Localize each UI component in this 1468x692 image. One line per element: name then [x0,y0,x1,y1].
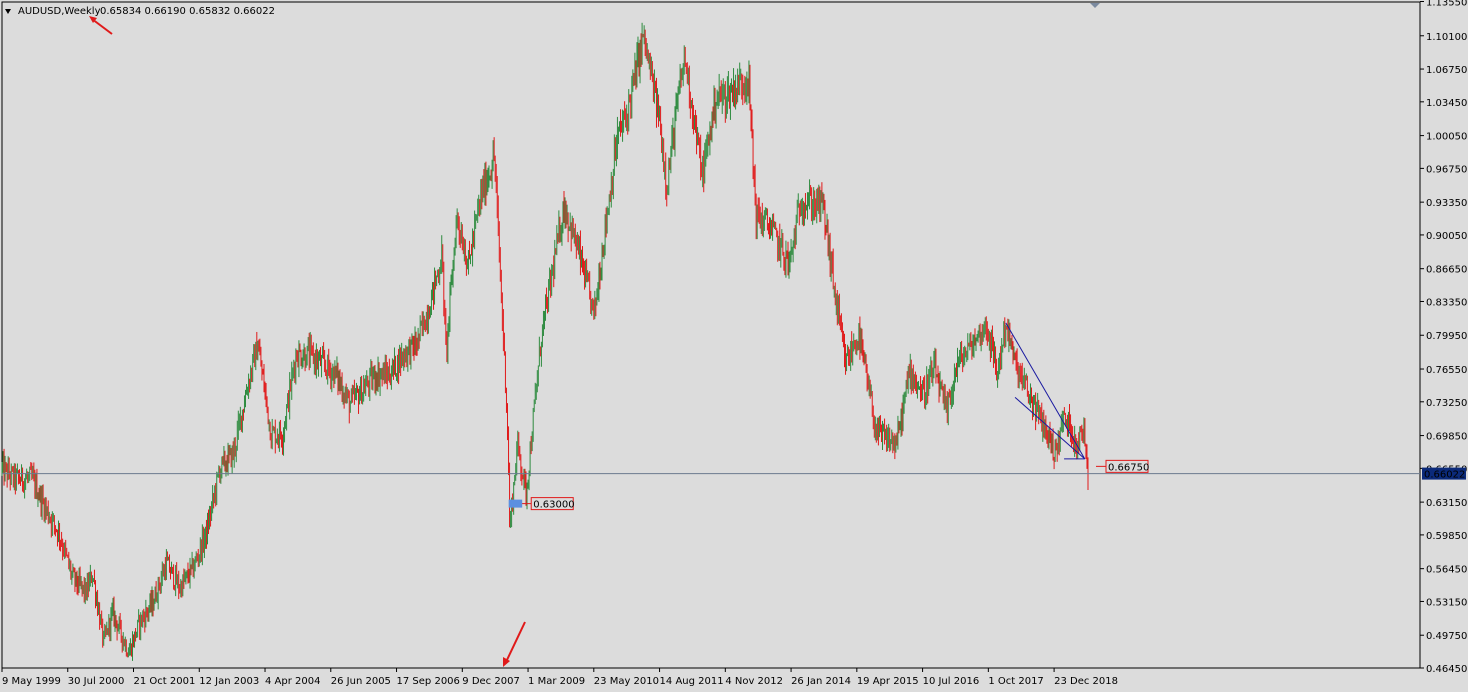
chart-header: AUDUSD,Weekly 0.65834 0.66190 0.65832 0.… [5,6,275,17]
support-zone[interactable] [508,499,523,508]
x-tick-label: 10 Jul 2016 [923,676,980,687]
y-tick-label: 0.53150 [1426,597,1467,608]
y-tick-label: 0.63150 [1426,498,1467,509]
y-tick-label: 0.90050 [1426,231,1467,242]
x-tick-label: 23 May 2010 [594,676,659,687]
x-tick-label: 26 Jun 2005 [331,676,391,687]
x-tick-label: 14 Aug 2011 [660,676,724,687]
current-price-label: 0.66022 [1424,470,1465,481]
x-tick-label: 30 Jul 2000 [68,676,125,687]
x-tick-label: 12 Jan 2003 [199,676,259,687]
y-tick-label: 1.10100 [1426,32,1467,43]
y-tick-label: 1.13550 [1426,0,1467,9]
x-axis: 9 May 1999 30 Jul 2000 21 Oct 2001 12 Jan 2… [1,668,1118,687]
x-tick-label: 4 Apr 2004 [265,676,320,687]
x-tick-label: 19 Apr 2015 [857,676,919,687]
chart-window[interactable]: 0.63000 0.66750 1.13550 1.10100 1.06750 1.03… [0,0,1468,692]
y-tick-label: 0.76550 [1426,365,1467,376]
x-tick-label: 23 Dec 2018 [1054,676,1118,687]
y-tick-label: 0.79950 [1426,331,1467,342]
ohlc-label: 0.65834 0.66190 0.65832 0.66022 [100,6,275,17]
y-tick-label: 1.03450 [1426,98,1467,109]
y-tick-label: 1.06750 [1426,65,1467,76]
y-tick-label: 0.86650 [1426,265,1467,276]
y-tick-label: 0.69850 [1426,432,1467,443]
y-tick-label: 0.73250 [1426,398,1467,409]
y-tick-label: 0.59850 [1426,531,1467,542]
x-tick-label: 17 Sep 2006 [397,676,460,687]
y-tick-label: 0.96750 [1426,164,1467,175]
x-tick-label: 1 Mar 2009 [528,676,585,687]
x-tick-label: 9 May 1999 [2,676,61,687]
symbol-label: AUDUSD,Weekly [18,6,101,17]
y-tick-label: 0.56450 [1426,565,1467,576]
x-tick-label: 21 Oct 2001 [134,676,196,687]
x-tick-label: 4 Nov 2012 [725,676,783,687]
price-label-text: 0.66750 [1108,462,1149,473]
x-tick-label: 9 Dec 2007 [462,676,520,687]
price-chart[interactable]: 0.63000 0.66750 1.13550 1.10100 1.06750 1.03… [0,0,1468,692]
y-tick-label: 0.49750 [1426,631,1467,642]
y-tick-label: 0.83350 [1426,297,1467,308]
x-tick-label: 26 Jan 2014 [791,676,851,687]
price-label-text: 0.63000 [533,500,574,511]
y-tick-label: 0.93350 [1426,198,1467,209]
y-axis: 1.13550 1.10100 1.06750 1.03450 1.00050 0.967… [1420,0,1467,675]
plot-frame [1,1,1421,669]
x-tick-label: 1 Oct 2017 [988,676,1043,687]
y-tick-label: 1.00050 [1426,132,1467,143]
y-tick-label: 0.46450 [1426,664,1467,675]
